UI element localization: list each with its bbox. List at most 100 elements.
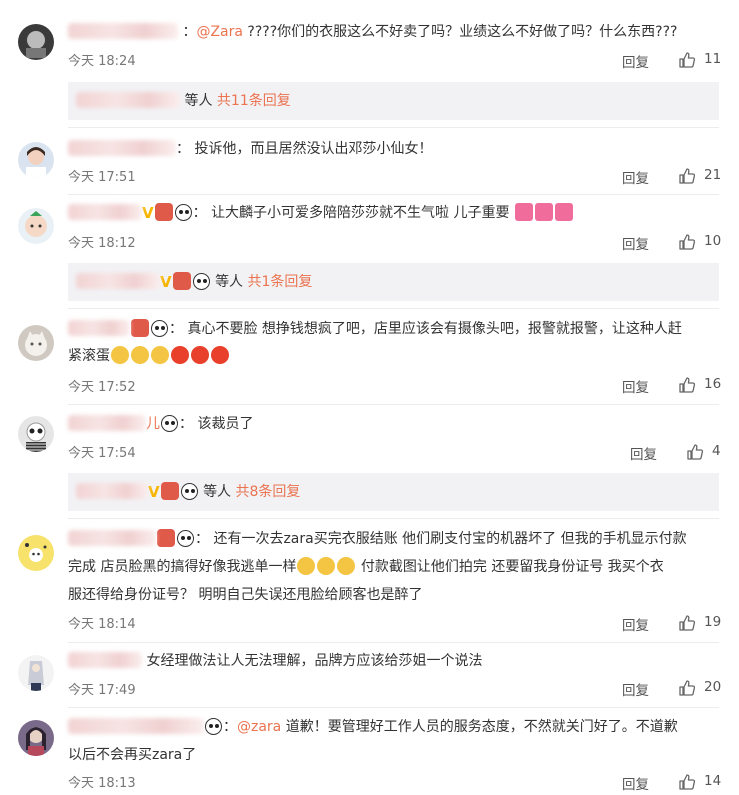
verified-badge-icon: V [160,273,172,291]
panda-icon [180,483,198,500]
divider [68,308,719,309]
heart-emoji-icon [534,203,553,221]
thumbs-up-icon [679,377,696,393]
like-count: 4 [712,443,721,459]
reply-count-link[interactable]: 共11条回复 [217,93,291,109]
reply-username-blurred [76,483,148,499]
username-blurred[interactable] [68,23,178,39]
like-button[interactable]: 21 [678,167,722,185]
like-button[interactable]: 20 [678,679,722,697]
reply-username-blurred [76,92,180,108]
like-count: 14 [704,773,722,789]
reply-summary[interactable]: V 等人 共8条回复 [68,473,719,511]
like-button[interactable]: 10 [678,233,722,251]
reply-button[interactable]: 回复 [622,376,649,396]
like-count: 21 [704,167,722,183]
thumbs-up-icon [679,52,696,68]
shocked-emoji-icon [297,557,316,575]
badge-icon [154,203,173,221]
like-button[interactable]: 14 [678,773,722,791]
badge-icon [157,529,175,547]
badge-icon [131,319,149,337]
comment-text: V： 让大麟子小可爱多陪陪莎莎就不生气啦 儿子重要 [68,202,574,224]
comment-text: ： 真心不要脸 想挣钱想疯了吧，店里应该会有摄像头吧，报警就报警，让这种人赶 [68,318,682,340]
like-button[interactable]: 16 [678,376,722,394]
divider [68,404,719,405]
divider [68,127,719,128]
username-blurred[interactable] [68,718,204,734]
like-button[interactable]: 11 [678,51,722,69]
panda-icon [174,204,192,221]
like-button[interactable]: 19 [678,614,722,632]
username-blurred[interactable] [68,415,146,431]
avatar[interactable] [18,655,54,691]
shocked-emoji-icon [317,557,336,575]
comment-text: ：@zara 道歉！要管理好工作人员的服务态度，不然就关门好了。不道歉 [68,716,678,738]
comment-text-continued: 服还得给身份证号？ 明明自己失误还甩脸给顾客也是醉了 [68,587,423,603]
username-blurred[interactable] [68,140,176,156]
like-count: 19 [704,614,722,630]
thumbs-up-icon [679,774,696,790]
comment-text: 女经理做法让人无法理解，品牌方应该给莎姐一个说法 [68,650,482,672]
reply-button[interactable]: 回复 [622,773,649,793]
verified-badge-icon: V [142,204,154,222]
comment-time: 今天 18:14 [68,617,136,632]
avatar[interactable] [18,208,54,244]
reply-button[interactable]: 回复 [630,443,657,463]
smirk-emoji-icon [111,346,129,364]
reply-username-blurred [76,273,160,289]
reply-button[interactable]: 回复 [622,167,649,187]
username-blurred[interactable] [68,530,156,546]
angry-emoji-icon [191,346,209,364]
panda-icon [192,273,210,290]
like-count: 20 [704,679,722,695]
panda-icon [151,320,168,337]
reply-count-link[interactable]: 共1条回复 [248,274,313,290]
heart-emoji-icon [514,203,533,221]
reply-summary[interactable]: 等人 共11条回复 [68,82,719,120]
avatar[interactable] [18,535,54,571]
avatar[interactable] [18,720,54,756]
mention-link[interactable]: @Zara [196,24,243,40]
comment-time: 今天 17:49 [68,683,136,698]
comment-text: ： 还有一次去zara买完衣服结账 他们刷支付宝的机器坏了 但我的手机显示付款 [68,528,687,550]
like-count: 16 [704,376,722,392]
comment-time: 今天 18:24 [68,54,136,69]
shocked-emoji-icon [337,557,356,575]
angry-emoji-icon [211,346,229,364]
reply-button[interactable]: 回复 [622,51,649,71]
thumbs-up-icon [679,680,696,696]
thumbs-up-icon [679,615,696,631]
avatar[interactable] [18,325,54,361]
comment-time: 今天 17:52 [68,380,136,395]
divider [68,194,719,195]
divider [68,518,719,519]
avatar[interactable] [18,142,54,178]
username-blurred[interactable] [68,320,130,336]
reply-button[interactable]: 回复 [622,679,649,699]
angry-emoji-icon [171,346,189,364]
reply-count-link[interactable]: 共8条回复 [236,484,301,500]
smirk-emoji-icon [131,346,149,364]
username-blurred[interactable] [68,204,142,220]
comment-text-continued: 以后不会再买zara了 [68,747,197,763]
comment-text-continued: 完成 店员脸黑的搞得好像我逃单一样 付款截图让他们拍完 还要留我身份证号 我买个… [68,557,664,575]
username-blurred[interactable] [68,652,142,668]
comment-time: 今天 17:54 [68,446,136,461]
comment-text: 儿： 该裁员了 [68,413,253,435]
like-button[interactable]: 4 [686,443,722,461]
divider [68,642,719,643]
mention-link[interactable]: @zara [237,719,281,735]
comment-text: ：@Zara ????你们的衣服这么不好卖了吗？业绩这么不好做了吗？什么东西??… [68,21,677,43]
avatar[interactable] [18,416,54,452]
smirk-emoji-icon [151,346,169,364]
reply-button[interactable]: 回复 [622,233,649,253]
panda-icon [205,718,222,735]
reply-button[interactable]: 回复 [622,614,649,634]
comment-time: 今天 18:13 [68,776,136,791]
comment-time: 今天 18:12 [68,236,136,251]
reply-summary[interactable]: V 等人 共1条回复 [68,263,719,301]
like-count: 10 [704,233,722,249]
avatar[interactable] [18,24,54,60]
panda-icon [177,530,194,547]
